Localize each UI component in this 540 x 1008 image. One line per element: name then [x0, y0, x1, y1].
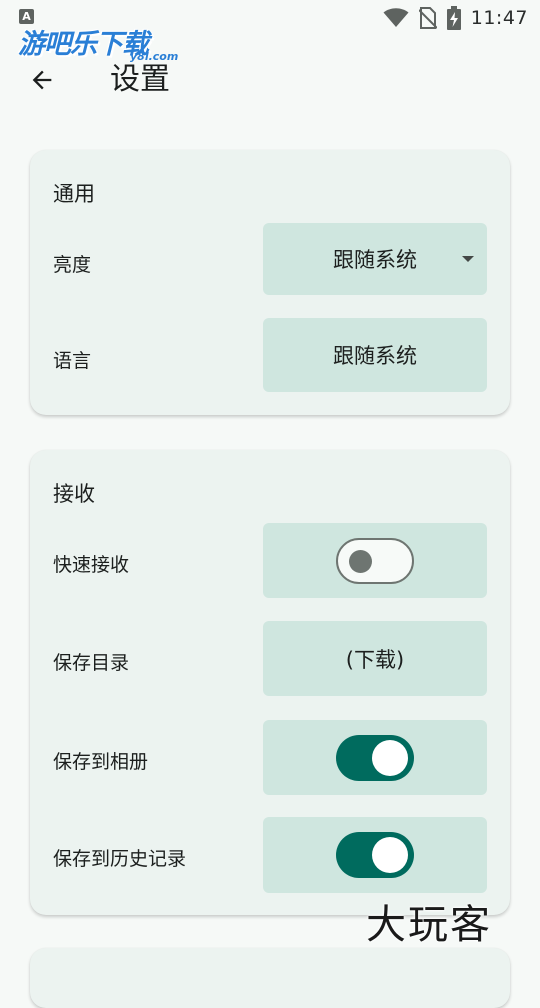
- save-to-history-toggle-area[interactable]: [263, 817, 487, 893]
- save-to-album-switch[interactable]: [336, 734, 414, 781]
- brightness-dropdown[interactable]: 跟随系统: [263, 223, 487, 295]
- save-directory-value: (下载): [345, 647, 405, 672]
- watermark-bottom: 大玩客: [366, 902, 492, 948]
- brightness-value: 跟随系统: [333, 248, 417, 272]
- switch-knob: [349, 549, 372, 573]
- save-to-album-label: 保存到相册: [53, 751, 149, 773]
- battery-charging-icon: [446, 6, 461, 30]
- status-time: 11:47: [470, 7, 528, 29]
- wifi-icon: [383, 8, 409, 27]
- save-directory-button[interactable]: (下载): [263, 621, 487, 696]
- quick-receive-label: 快速接收: [53, 554, 130, 576]
- save-directory-label: 保存目录: [53, 652, 130, 674]
- receive-section-title: 接收: [53, 482, 95, 506]
- save-to-history-switch[interactable]: [336, 832, 414, 878]
- quick-receive-toggle-area[interactable]: [263, 523, 487, 598]
- language-label: 语言: [53, 350, 92, 372]
- status-icons: 11:47: [383, 4, 528, 32]
- general-section-title: 通用: [53, 182, 95, 206]
- back-button[interactable]: [22, 60, 62, 100]
- switch-knob: [372, 739, 408, 776]
- general-settings-card: 通用 亮度 跟随系统 语言 跟随系统: [30, 150, 510, 415]
- quick-receive-switch[interactable]: [336, 537, 414, 584]
- dropdown-arrow-icon: [462, 256, 474, 262]
- switch-knob: [372, 837, 408, 873]
- save-to-history-label: 保存到历史记录: [53, 848, 187, 870]
- brightness-label: 亮度: [53, 254, 92, 276]
- receive-settings-card: 接收 快速接收 保存目录 (下载) 保存到相册 保存到历史记录: [30, 450, 510, 915]
- next-settings-card: [30, 948, 510, 1008]
- app-bar: 设置: [0, 52, 540, 108]
- page-title: 设置: [110, 62, 170, 97]
- arrow-left-icon: [32, 70, 52, 90]
- language-value: 跟随系统: [333, 344, 417, 368]
- no-sim-icon: [418, 7, 437, 29]
- language-selector[interactable]: 跟随系统: [263, 318, 487, 392]
- save-to-album-toggle-area[interactable]: [263, 720, 487, 795]
